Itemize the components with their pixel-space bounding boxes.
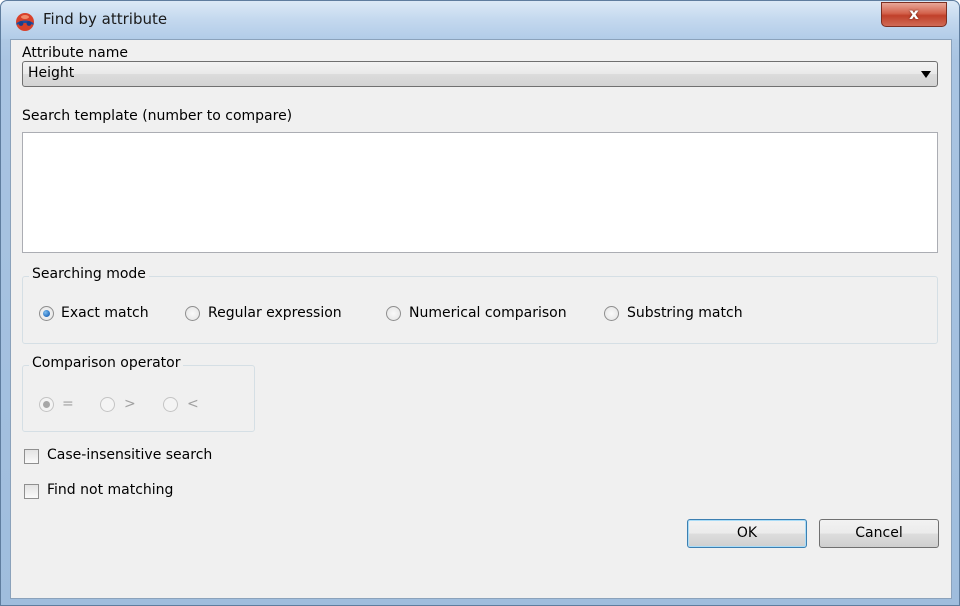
app-globe-icon	[16, 13, 34, 31]
radio-operator-greater[interactable]	[100, 397, 115, 412]
search-template-input[interactable]	[22, 132, 938, 253]
close-icon: x	[909, 5, 919, 23]
find-not-matching-label[interactable]: Find not matching	[47, 482, 173, 498]
find-not-matching-checkbox[interactable]	[24, 484, 39, 499]
radio-operator-greater-label: >	[124, 396, 136, 412]
radio-exact-match-label[interactable]: Exact match	[61, 305, 149, 321]
radio-exact-match[interactable]	[39, 306, 54, 321]
title-bar[interactable]: Find by attribute x	[1, 1, 959, 39]
cancel-button[interactable]: Cancel	[819, 519, 939, 548]
comparison-operator-group	[22, 365, 255, 432]
radio-regular-expression-label[interactable]: Regular expression	[208, 305, 342, 321]
window-title: Find by attribute	[43, 10, 168, 28]
comparison-operator-title: Comparison operator	[29, 355, 184, 371]
attribute-name-select[interactable]: Height	[22, 61, 938, 87]
radio-operator-less-label: <	[187, 396, 199, 412]
close-button[interactable]: x	[881, 2, 947, 27]
attribute-name-value: Height	[28, 65, 75, 81]
searching-mode-title: Searching mode	[29, 266, 149, 282]
case-insensitive-label[interactable]: Case-insensitive search	[47, 447, 212, 463]
case-insensitive-checkbox[interactable]	[24, 449, 39, 464]
radio-operator-less[interactable]	[163, 397, 178, 412]
search-template-label: Search template (number to compare)	[22, 108, 293, 124]
radio-numerical-comparison-label[interactable]: Numerical comparison	[409, 305, 567, 321]
radio-regular-expression[interactable]	[185, 306, 200, 321]
ok-button[interactable]: OK	[687, 519, 807, 548]
radio-substring-match-label[interactable]: Substring match	[627, 305, 743, 321]
radio-operator-equal-label: =	[62, 396, 74, 412]
radio-numerical-comparison[interactable]	[386, 306, 401, 321]
attribute-name-label: Attribute name	[22, 45, 128, 61]
radio-substring-match[interactable]	[604, 306, 619, 321]
chevron-down-icon	[921, 71, 931, 78]
radio-operator-equal[interactable]	[39, 397, 54, 412]
find-by-attribute-dialog: Find by attribute x Attribute name Heigh…	[0, 0, 960, 606]
